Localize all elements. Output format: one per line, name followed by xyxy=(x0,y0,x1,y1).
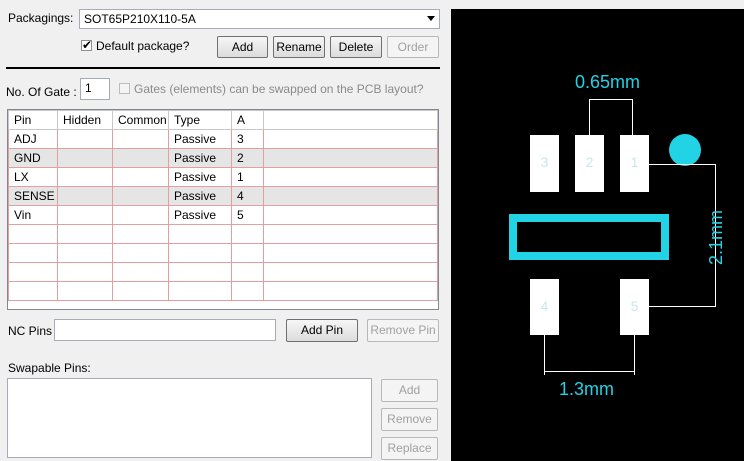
column-header-common[interactable]: Common xyxy=(112,110,169,130)
column-header-type[interactable]: Type xyxy=(168,110,232,130)
dimension-height-ext-top xyxy=(649,164,715,165)
cell-hidden[interactable] xyxy=(57,148,113,168)
cell-common[interactable] xyxy=(112,167,169,187)
pin1-marker-icon xyxy=(669,134,701,166)
table-row-empty xyxy=(8,224,438,244)
cell-common[interactable] xyxy=(112,205,169,225)
cell-pin[interactable]: SENSE xyxy=(8,186,58,206)
swap-remove-button[interactable]: Remove xyxy=(381,408,438,431)
cell-filler xyxy=(263,205,438,225)
packaging-select[interactable]: SOT65P210X110-5A xyxy=(79,9,440,29)
pad-5-number: 5 xyxy=(630,298,639,314)
add-pin-button[interactable]: Add Pin xyxy=(286,319,358,342)
cell-filler xyxy=(263,186,438,206)
pad-3-number: 3 xyxy=(540,154,549,170)
add-package-button[interactable]: Add xyxy=(217,36,268,58)
pad-3: 3 xyxy=(530,135,559,192)
pad-1-number: 1 xyxy=(630,154,639,170)
table-row-empty xyxy=(8,262,438,282)
dimension-pitch-label: 0.65mm xyxy=(575,72,641,92)
delete-package-button[interactable]: Delete xyxy=(330,36,382,58)
cell-filler xyxy=(263,129,438,149)
cell-pin[interactable]: GND xyxy=(8,148,58,168)
cell-type[interactable]: Passive xyxy=(168,167,232,187)
pad-5: 5 xyxy=(620,279,649,335)
table-row-empty xyxy=(8,243,438,263)
cell-pin[interactable]: ADJ xyxy=(8,129,58,149)
pad-4: 4 xyxy=(530,279,559,335)
dimension-pitch-ext-right xyxy=(632,109,633,135)
cell-type[interactable]: Passive xyxy=(168,129,232,149)
column-header-pin[interactable]: Pin xyxy=(8,110,58,130)
pad-4-number: 4 xyxy=(540,298,549,314)
cell-type[interactable]: Passive xyxy=(168,205,232,225)
swapable-pins-list[interactable] xyxy=(7,378,372,458)
packagings-label: Packagings: xyxy=(8,11,74,25)
dimension-span-label: 1.3mm xyxy=(559,379,615,399)
order-package-button[interactable]: Order xyxy=(387,36,439,58)
checkmark-icon: ✔ xyxy=(82,38,93,52)
cell-filler xyxy=(263,167,438,187)
swap-replace-button[interactable]: Replace xyxy=(381,437,438,460)
cell-a[interactable]: 3 xyxy=(231,129,264,149)
cell-type[interactable]: Passive xyxy=(168,186,232,206)
cell-a[interactable]: 4 xyxy=(231,186,264,206)
chevron-down-icon[interactable] xyxy=(427,16,435,21)
table-row[interactable]: GND Passive 2 xyxy=(8,148,438,168)
column-header-filler xyxy=(263,110,438,130)
cell-common[interactable] xyxy=(112,186,169,206)
pin-table: Pin Hidden Common Type A ADJ Passive 3 G… xyxy=(7,109,439,310)
dimension-pitch-ext-left xyxy=(589,109,590,135)
dimension-span-ext-right xyxy=(634,335,635,375)
dimension-span-ext-left xyxy=(544,335,545,375)
packaging-select-value: SOT65P210X110-5A xyxy=(84,12,196,26)
cell-filler xyxy=(263,148,438,168)
default-package-checkbox[interactable]: ✔ xyxy=(81,38,93,52)
cell-pin[interactable]: Vin xyxy=(8,205,58,225)
gates-label: No. Of Gate : xyxy=(6,85,77,99)
table-row[interactable]: ADJ Passive 3 xyxy=(8,129,438,149)
cell-common[interactable] xyxy=(112,148,169,168)
dimension-span-line xyxy=(544,371,635,372)
cell-common[interactable] xyxy=(112,129,169,149)
cell-a[interactable]: 1 xyxy=(231,167,264,187)
dimension-height-label: 2.1mm xyxy=(706,209,727,266)
swap-add-button[interactable]: Add xyxy=(381,379,438,402)
gates-input[interactable]: 1 xyxy=(80,78,110,100)
gates-value: 1 xyxy=(85,81,92,95)
remove-pin-button[interactable]: Remove Pin xyxy=(367,319,439,342)
table-row-empty xyxy=(8,281,438,301)
dimension-pitch-line xyxy=(589,99,633,109)
separator xyxy=(6,67,440,69)
table-header: Pin Hidden Common Type A xyxy=(8,110,438,130)
table-row[interactable]: SENSE Passive 4 xyxy=(8,186,438,206)
pad-2: 2 xyxy=(575,135,604,192)
dimension-height-ext-bottom xyxy=(649,306,715,307)
cell-hidden[interactable] xyxy=(57,129,113,149)
table-row[interactable]: Vin Passive 5 xyxy=(8,205,438,225)
gates-swap-label: Gates (elements) can be swapped on the P… xyxy=(134,82,424,96)
rename-package-button[interactable]: Rename xyxy=(273,36,325,58)
footprint-preview: 0.65mm 3 2 1 4 5 2.1mm 1.3mm xyxy=(451,9,744,461)
cell-type[interactable]: Passive xyxy=(168,148,232,168)
pad-2-number: 2 xyxy=(585,154,594,170)
nc-pins-input[interactable] xyxy=(54,319,276,341)
cell-a[interactable]: 5 xyxy=(231,205,264,225)
cell-hidden[interactable] xyxy=(57,186,113,206)
cell-hidden[interactable] xyxy=(57,167,113,187)
cell-pin[interactable]: LX xyxy=(8,167,58,187)
gates-swap-checkbox[interactable] xyxy=(119,83,130,94)
column-header-a[interactable]: A xyxy=(231,110,264,130)
pad-1: 1 xyxy=(620,135,649,192)
swapable-pins-label: Swapable Pins: xyxy=(8,361,91,375)
column-header-hidden[interactable]: Hidden xyxy=(57,110,113,130)
table-row[interactable]: LX Passive 1 xyxy=(8,167,438,187)
package-body-outline xyxy=(509,214,669,260)
default-package-label: Default package? xyxy=(96,39,190,53)
nc-pins-label: NC Pins xyxy=(8,324,53,338)
cell-a[interactable]: 2 xyxy=(231,148,264,168)
cell-hidden[interactable] xyxy=(57,205,113,225)
